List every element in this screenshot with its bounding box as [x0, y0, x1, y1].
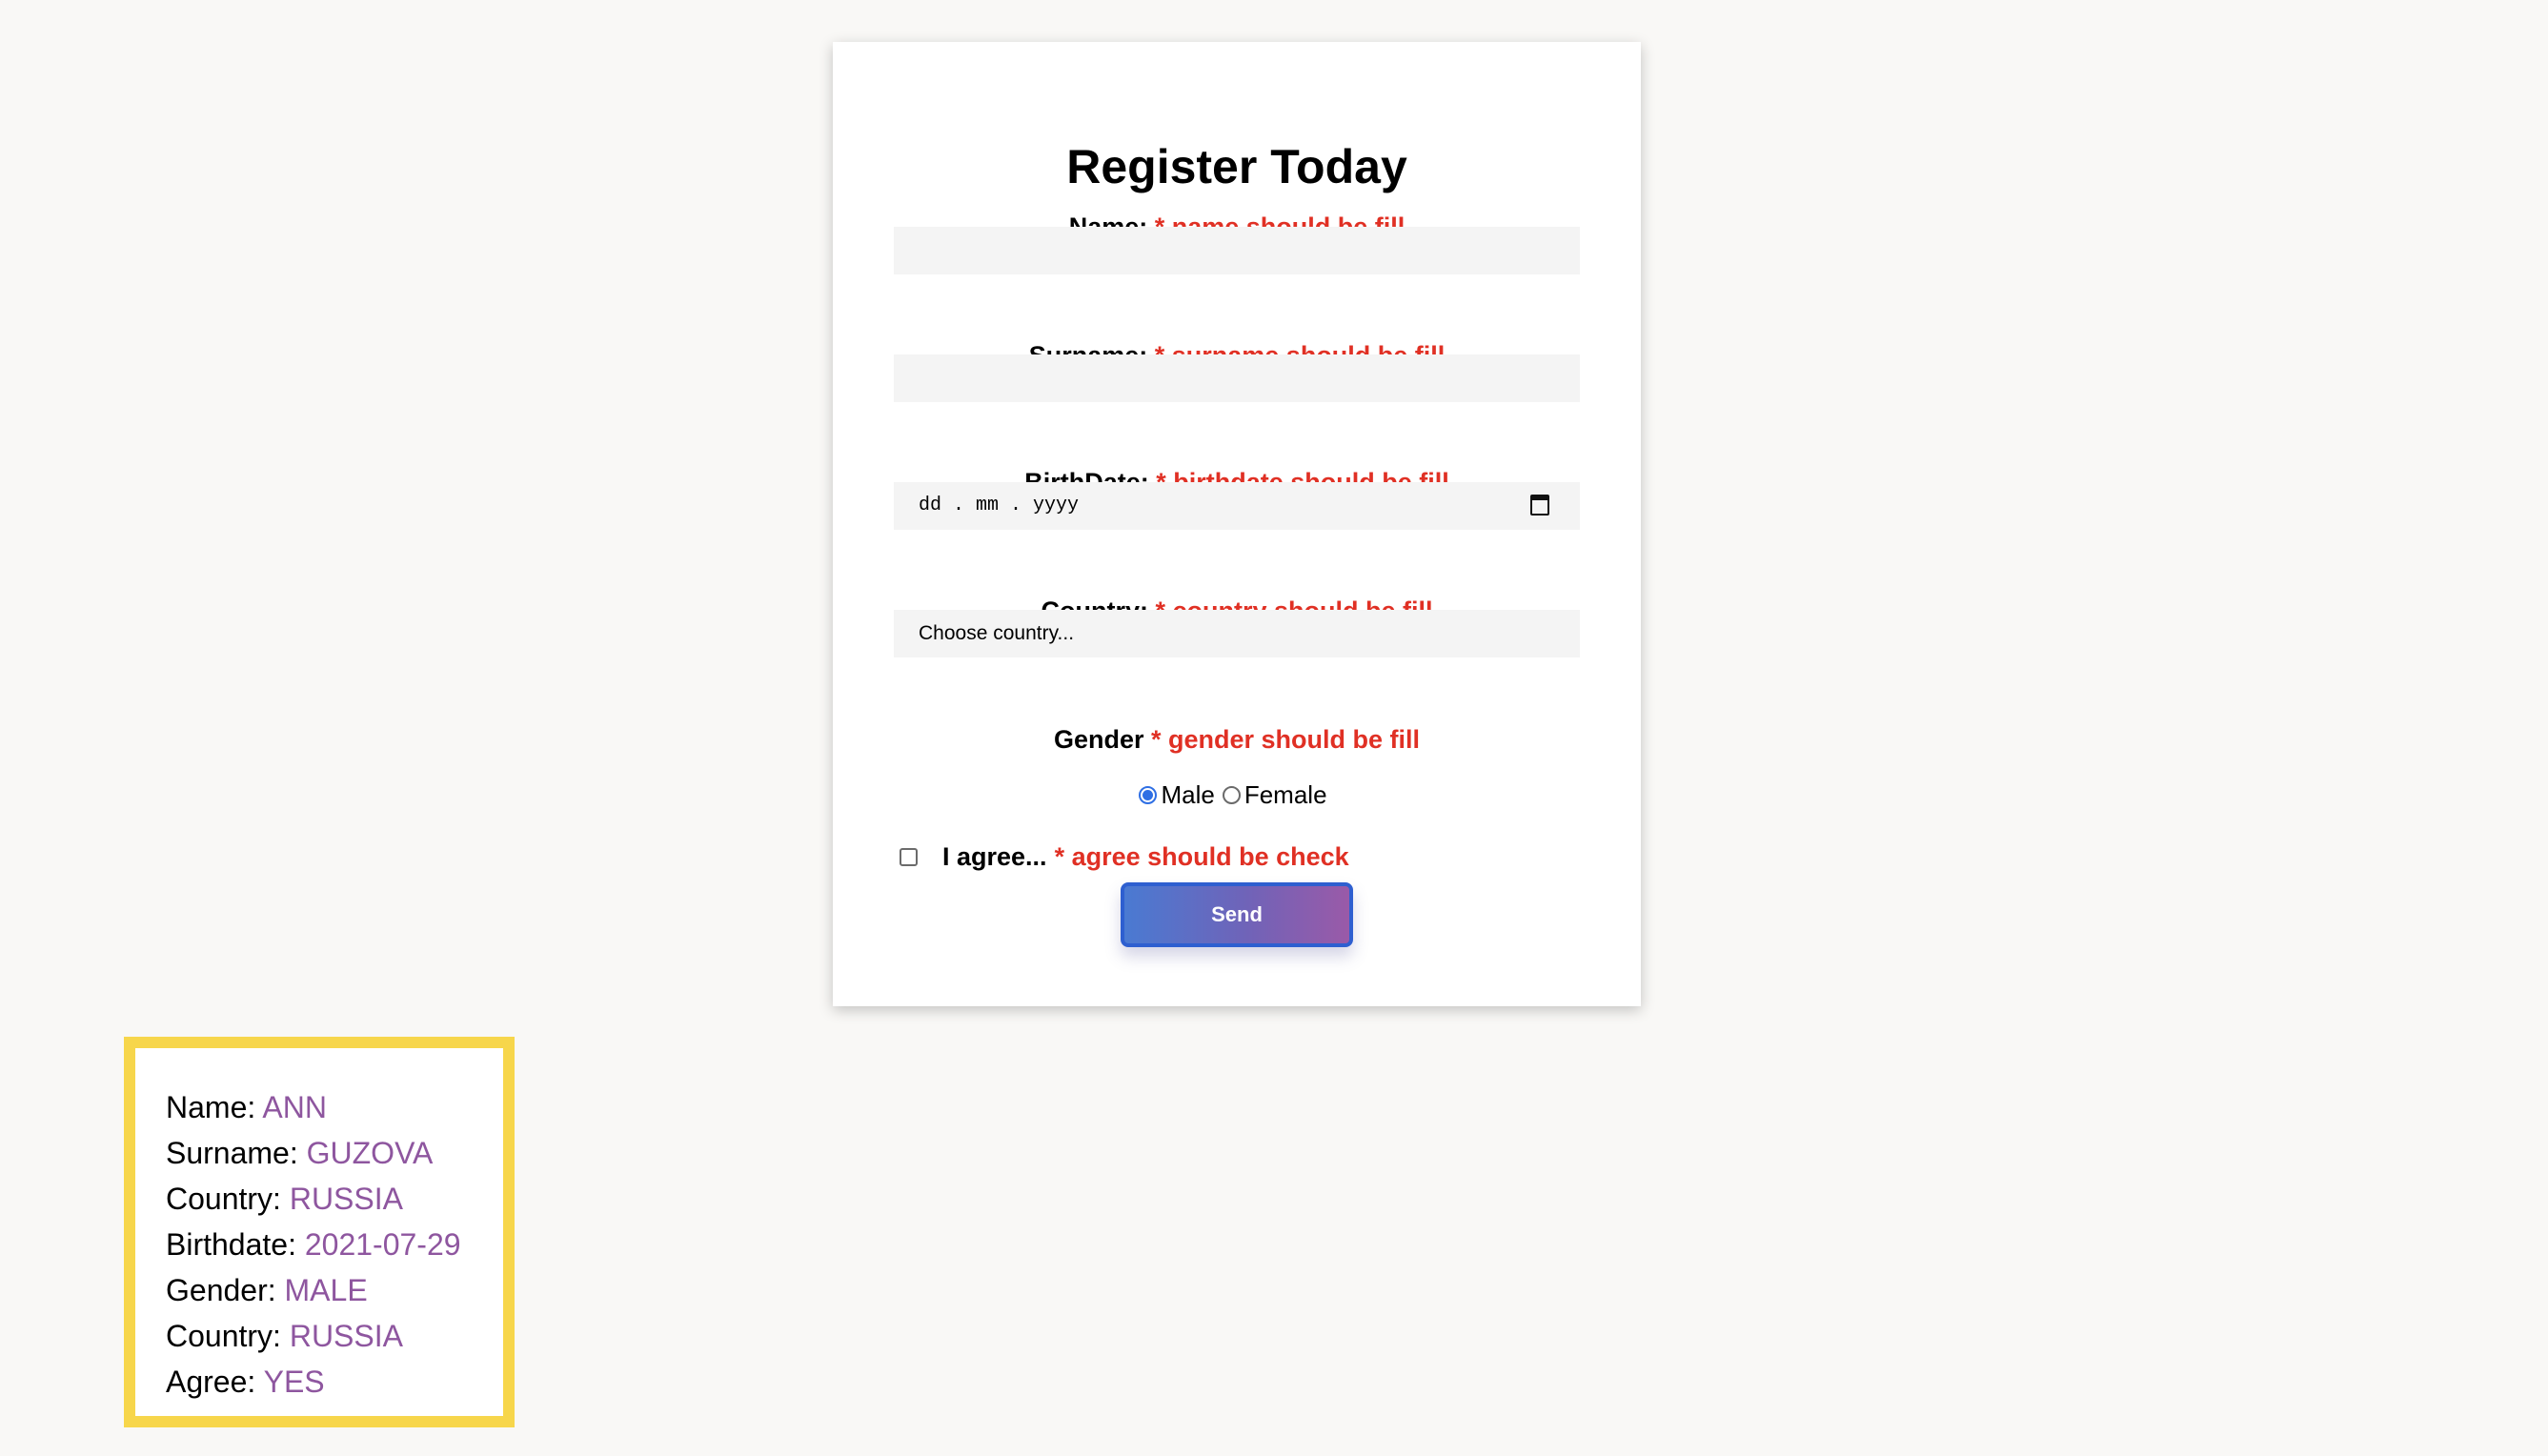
gender-options: Male Female — [833, 778, 1641, 812]
result-label: Country: — [166, 1319, 281, 1353]
calendar-icon[interactable] — [1530, 495, 1549, 516]
form-title: Register Today — [1066, 140, 1407, 193]
result-label: Gender: — [166, 1273, 276, 1307]
country-selected-value: Choose country... — [919, 622, 1075, 644]
result-row: Country: RUSSIA — [166, 1313, 503, 1359]
result-row: Gender: MALE — [166, 1267, 503, 1313]
result-row: Agree: YES — [166, 1359, 503, 1405]
result-label: Name: — [166, 1090, 256, 1124]
birthdate-placeholder: dd . mm . yyyy — [919, 495, 1080, 516]
agree-checkbox[interactable] — [900, 847, 918, 866]
gender-female-label[interactable]: Female — [1244, 778, 1327, 812]
result-value: RUSSIA — [289, 1319, 403, 1353]
gender-male-label[interactable]: Male — [1161, 778, 1214, 812]
result-label: Agree: — [166, 1365, 256, 1399]
result-row: Birthdate: 2021-07-29 — [166, 1222, 503, 1267]
result-value: YES — [263, 1365, 325, 1399]
send-button[interactable]: Send — [1121, 882, 1353, 947]
name-input[interactable] — [894, 227, 1580, 274]
gender-label-row: Gender * gender should be fill — [833, 722, 1641, 757]
result-summary: Name: ANN Surname: GUZOVA Country: RUSSI… — [124, 1037, 515, 1427]
result-row: Country: RUSSIA — [166, 1176, 503, 1222]
gender-female-radio[interactable] — [1222, 785, 1241, 804]
result-value: MALE — [284, 1273, 368, 1307]
result-label: Surname: — [166, 1136, 298, 1170]
surname-input[interactable] — [894, 354, 1580, 402]
gender-label: Gender — [1053, 725, 1144, 754]
result-label: Country: — [166, 1182, 281, 1216]
agree-row: I agree... * agree should be check — [900, 839, 1349, 874]
result-row: Name: ANN — [166, 1084, 503, 1130]
agree-error: * agree should be check — [1054, 842, 1349, 871]
result-value: 2021-07-29 — [304, 1227, 461, 1262]
registration-form: Register Today Name: * name should be fi… — [833, 42, 1641, 1006]
birthdate-input[interactable]: dd . mm . yyyy — [894, 482, 1580, 530]
agree-label[interactable]: I agree... — [942, 839, 1047, 874]
result-label: Birthdate: — [166, 1227, 296, 1262]
result-value: ANN — [262, 1090, 327, 1124]
gender-male-radio[interactable] — [1139, 785, 1158, 804]
gender-error: * gender should be fill — [1151, 725, 1421, 754]
result-value: RUSSIA — [289, 1182, 403, 1216]
country-select[interactable]: Choose country... — [894, 610, 1580, 657]
result-value: GUZOVA — [306, 1136, 434, 1170]
result-row: Surname: GUZOVA — [166, 1130, 503, 1176]
